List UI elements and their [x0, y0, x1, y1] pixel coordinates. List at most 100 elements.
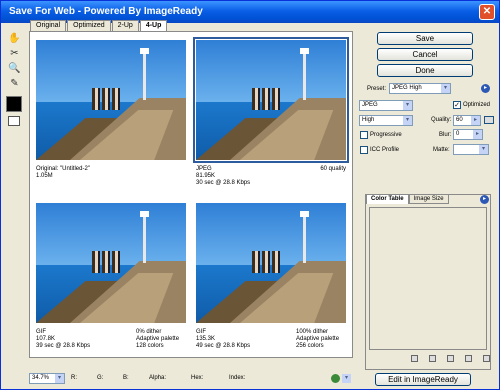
- pane-original[interactable]: Original: "Untitled-2" 1.05M: [33, 35, 189, 195]
- pier-photo: [36, 40, 186, 160]
- status-bar: 34.7% ▾ R: G: B: Alpha: Hex: Index: ▾: [29, 373, 355, 385]
- pier-photo: [196, 203, 346, 323]
- quality-value: 60: [456, 117, 463, 123]
- pane-colors: 128 colors: [136, 343, 164, 349]
- done-button[interactable]: Done: [377, 64, 473, 77]
- chevron-down-icon: ▾: [403, 116, 412, 125]
- icc-profile-checkbox[interactable]: [360, 146, 368, 154]
- pane-size: 1.05M: [36, 173, 53, 179]
- eyedropper-tool-icon[interactable]: ✎: [7, 77, 22, 90]
- pane-palette: Adaptive palette: [136, 336, 180, 342]
- pane-download-time: 49 sec @ 28.8 Kbps: [196, 343, 251, 349]
- pane-download-time: 30 sec @ 28.8 Kbps: [196, 180, 251, 186]
- close-icon[interactable]: ✕: [479, 4, 495, 20]
- pane-format: JPEG: [196, 166, 212, 172]
- view-tabs: Original Optimized 2-Up 4-Up: [30, 20, 168, 31]
- pier-photo: [193, 37, 349, 163]
- window-title: Save For Web - Powered By ImageReady: [9, 6, 203, 17]
- save-button[interactable]: Save: [377, 32, 473, 45]
- edit-in-imageready-button[interactable]: Edit in ImageReady: [375, 373, 471, 386]
- blue-readout: B:: [123, 375, 129, 381]
- pane-jpeg[interactable]: JPEG 81.95K 30 sec @ 28.8 Kbps 60 quality: [193, 35, 349, 195]
- optimize-settings: Preset: JPEG High ▾ ▸ JPEG ▾ ✓ Optimized H…: [357, 83, 497, 183]
- chevron-down-icon: ▾: [441, 84, 450, 93]
- quality-level-value: High: [362, 117, 375, 123]
- blur-value: 0: [456, 131, 460, 137]
- hand-tool-icon[interactable]: ✋: [7, 32, 22, 45]
- tab-color-table[interactable]: Color Table: [366, 194, 409, 204]
- pane-format: Original: "Untitled-2": [36, 166, 90, 172]
- preset-select[interactable]: JPEG High ▾: [389, 83, 451, 94]
- quality-input[interactable]: 60 ▸: [453, 115, 481, 126]
- zoom-value: 34.7%: [32, 375, 50, 381]
- pane-dither: 0% dither: [136, 329, 162, 335]
- quality-modifier-icon[interactable]: [484, 116, 494, 124]
- preview-in-browser-icon[interactable]: [331, 374, 340, 383]
- trash-icon[interactable]: [483, 355, 490, 362]
- preset-value: JPEG High: [392, 85, 422, 91]
- browser-menu-chevron-icon[interactable]: ▾: [342, 374, 351, 383]
- quality-level-select[interactable]: High ▾: [359, 115, 413, 126]
- tab-image-size[interactable]: Image Size: [408, 194, 449, 204]
- tab-original[interactable]: Original: [30, 20, 67, 31]
- progressive-label: Progressive: [370, 132, 402, 138]
- shift-web-icon[interactable]: [429, 355, 436, 362]
- pane-download-time: 39 sec @ 28.8 Kbps: [36, 343, 91, 349]
- pane-gif-256[interactable]: GIF 135.3K 49 sec @ 28.8 Kbps 100% dither A…: [193, 198, 349, 358]
- save-for-web-window: Save For Web - Powered By ImageReady ✕ O…: [0, 0, 500, 390]
- pane-gif-128[interactable]: GIF 107.8K 39 sec @ 28.8 Kbps 0% dither Ada…: [33, 198, 189, 358]
- pier-photo: [36, 203, 186, 323]
- zoom-tool-icon[interactable]: 🔍: [7, 62, 22, 75]
- chevron-right-icon: ▸: [471, 116, 480, 125]
- index-readout: Index:: [229, 375, 246, 381]
- slice-select-tool-icon[interactable]: ✂: [7, 47, 22, 60]
- map-color-icon[interactable]: [411, 355, 418, 362]
- tab-4-up[interactable]: 4-Up: [139, 20, 168, 31]
- chevron-down-icon: ▾: [55, 374, 64, 383]
- optimize-menu-arrow-icon[interactable]: ▸: [481, 84, 490, 93]
- icc-profile-label: ICC Profile: [370, 147, 400, 153]
- matte-label: Matte:: [433, 147, 450, 153]
- toolbox: ✋ ✂ 🔍 ✎: [5, 31, 25, 126]
- hex-readout: Hex:: [191, 375, 204, 381]
- pane-format: GIF: [36, 329, 46, 335]
- pane-palette: Adaptive palette: [296, 336, 340, 342]
- toggle-slices-icon[interactable]: [8, 116, 20, 126]
- pane-format: GIF: [196, 329, 206, 335]
- lock-color-icon[interactable]: [447, 355, 454, 362]
- pane-colors: 256 colors: [296, 343, 324, 349]
- pane-quality: 60 quality: [320, 166, 346, 172]
- panel-tabs: Color Table Image Size: [366, 194, 449, 204]
- alpha-readout: Alpha:: [149, 375, 167, 381]
- pane-size: 107.8K: [36, 336, 56, 342]
- quality-label: Quality:: [431, 117, 452, 123]
- tab-2-up[interactable]: 2-Up: [111, 20, 139, 31]
- preset-label: Preset:: [367, 86, 387, 92]
- file-format-value: JPEG: [362, 102, 378, 108]
- color-table-swatches[interactable]: [369, 207, 487, 350]
- zoom-level-select[interactable]: 34.7% ▾: [29, 373, 65, 384]
- pane-size: 81.95K: [196, 173, 216, 179]
- tab-optimized[interactable]: Optimized: [67, 20, 111, 31]
- optimized-checkbox[interactable]: ✓: [453, 101, 461, 109]
- cancel-button[interactable]: Cancel: [377, 48, 473, 61]
- green-readout: G:: [97, 375, 104, 381]
- pane-dither: 100% dither: [296, 329, 329, 335]
- blur-label: Blur:: [439, 132, 452, 138]
- color-table-actions: [411, 355, 500, 362]
- optimized-label: Optimized: [463, 102, 491, 108]
- chevron-right-icon: ▸: [473, 130, 482, 139]
- progressive-checkbox[interactable]: [360, 131, 368, 139]
- new-color-icon[interactable]: [465, 355, 472, 362]
- eyedropper-color-swatch[interactable]: [6, 96, 22, 112]
- pane-size: 135.3K: [196, 336, 216, 342]
- file-format-select[interactable]: JPEG ▾: [359, 100, 413, 111]
- matte-select[interactable]: ▾: [453, 144, 489, 155]
- color-table-panel: Color Table Image Size ▸: [365, 194, 491, 370]
- chevron-down-icon: ▾: [479, 145, 488, 154]
- color-table-menu-arrow-icon[interactable]: ▸: [480, 195, 489, 204]
- blur-input[interactable]: 0 ▸: [453, 129, 483, 140]
- four-up-canvas: Original: "Untitled-2" 1.05M JPEG 81.95K 30…: [29, 31, 353, 358]
- chevron-down-icon: ▾: [403, 101, 412, 110]
- red-readout: R:: [71, 375, 77, 381]
